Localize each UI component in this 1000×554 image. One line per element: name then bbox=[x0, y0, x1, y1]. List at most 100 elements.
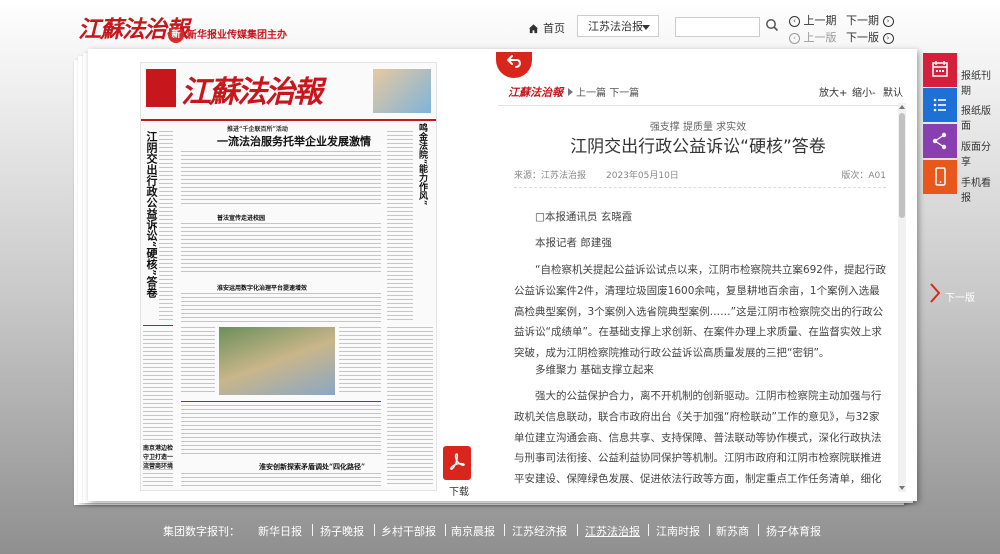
triangle-right-icon bbox=[568, 88, 573, 96]
scrollbar-thumb[interactable] bbox=[899, 113, 905, 218]
prev-article-link[interactable]: 上一篇 bbox=[568, 88, 606, 99]
next-page-side-link[interactable]: 下一版 bbox=[945, 289, 975, 304]
article-byline: □本报通讯员 玄晓霞 bbox=[535, 211, 633, 223]
footer-divider bbox=[445, 524, 446, 536]
zoom-in-button[interactable]: 放大+ bbox=[819, 84, 847, 99]
footer-link[interactable]: 南京晨报 bbox=[451, 523, 495, 539]
thumbnail-text-block bbox=[387, 131, 413, 321]
home-icon bbox=[528, 24, 539, 34]
next-page-label: 下一版 bbox=[846, 31, 879, 44]
download-label[interactable]: 下载 bbox=[449, 483, 469, 498]
next-issue-label: 下一期 bbox=[846, 14, 879, 27]
publisher-name: 新华报业传媒集团主办 bbox=[187, 30, 287, 41]
calendar-icon bbox=[932, 61, 948, 77]
article-date: 2023年05月10日 bbox=[606, 171, 679, 181]
article-source: 来源：江苏法治报 bbox=[514, 171, 587, 181]
thumbnail-rule bbox=[181, 401, 381, 402]
home-label: 首页 bbox=[543, 22, 565, 35]
home-link[interactable]: 首页 bbox=[528, 20, 565, 36]
pdf-download-button[interactable] bbox=[443, 446, 471, 480]
sidebar-item-pages[interactable] bbox=[923, 88, 957, 122]
footer-divider bbox=[374, 524, 375, 536]
footer-link[interactable]: 新华日报 bbox=[258, 523, 302, 539]
sidebar-item-share[interactable] bbox=[923, 124, 957, 158]
thumbnail-left-headline[interactable]: 江阴交出行政公益诉讼“硬核”答卷 bbox=[143, 131, 159, 321]
thumbnail-title: 江蘇法治報 bbox=[181, 75, 323, 110]
footer-divider bbox=[648, 524, 649, 536]
thumbnail-text-block bbox=[143, 331, 173, 441]
search-button[interactable] bbox=[765, 17, 781, 35]
footer-link[interactable]: 乡村干部报 bbox=[381, 523, 436, 539]
footer-link[interactable]: 新苏商 bbox=[716, 523, 749, 539]
footer-link[interactable]: 扬子体育报 bbox=[766, 523, 821, 539]
thumbnail-text-block bbox=[387, 327, 433, 487]
footer-divider bbox=[709, 524, 710, 536]
article-content[interactable]: 强支撑 提质量 求实效 江阴交出行政公益诉讼“硬核”答卷 来源：江苏法治报 20… bbox=[498, 105, 906, 490]
publisher-tagline: 新华新华报业传媒集团主办 bbox=[168, 26, 287, 56]
footer-link[interactable]: 江南时报 bbox=[656, 523, 700, 539]
article-paragraph: “自检察机关提起公益诉讼试点以来，江阴市检察院共立案692件，提起行政公益诉讼案… bbox=[514, 264, 886, 360]
mobile-icon bbox=[935, 167, 946, 186]
thumbnail-text-block bbox=[143, 461, 173, 489]
sidebar-label-share[interactable]: 版面分享 bbox=[961, 138, 1000, 168]
article-section-heading: 多维聚力 基础支撑立起来 bbox=[535, 364, 654, 376]
next-article-link[interactable]: 下一篇 bbox=[609, 88, 639, 99]
sidebar-label-mobile[interactable]: 手机看报 bbox=[961, 174, 1000, 204]
scroll-up-icon[interactable] bbox=[899, 105, 905, 109]
prev-page-label: 上一版 bbox=[803, 31, 837, 44]
article-paragraph: 强大的公益保护合力，离不开机制的创新驱动。江阴市检察院主动加强与行政机关信息联动… bbox=[514, 390, 882, 486]
list-icon bbox=[933, 98, 946, 112]
thumbnail-text-block bbox=[181, 293, 381, 323]
footer-label: 集团数字报刊： bbox=[163, 525, 240, 538]
thumbnail-text-block bbox=[181, 405, 381, 457]
return-arrow-icon bbox=[507, 55, 521, 68]
paper-select[interactable]: 江苏法治报 bbox=[577, 15, 659, 37]
search-input[interactable] bbox=[675, 17, 760, 37]
prev-page-link[interactable]: ‹ 上一版 bbox=[789, 29, 837, 45]
chevron-down-icon bbox=[642, 25, 650, 30]
article-title: 江阴交出行政公益诉讼“硬核”答卷 bbox=[570, 137, 826, 157]
prev-issue-link[interactable]: ‹ 上一期 bbox=[789, 12, 837, 28]
footer-link-active[interactable]: 江苏法治报 bbox=[585, 523, 640, 539]
article-nav: 上一篇 下一篇 bbox=[568, 84, 639, 99]
thumbnail-logo-block bbox=[146, 69, 176, 107]
article-scrollbar[interactable] bbox=[898, 103, 906, 492]
chevron-right-icon: › bbox=[882, 16, 894, 27]
chevron-right-icon[interactable] bbox=[930, 283, 940, 303]
thumbnail-lead-kicker: 推进“千企联百所”活动 bbox=[227, 126, 288, 133]
thumbnail-text-block bbox=[181, 223, 381, 275]
pdf-icon bbox=[450, 453, 465, 470]
thumbnail-rule bbox=[143, 325, 173, 326]
thumbnail-third-headline[interactable]: 淮安运用数字化治理平台提速增效 bbox=[217, 283, 307, 292]
thumbnail-bottom-headline[interactable]: 淮安创新探索矛盾调处“四化路径” bbox=[259, 462, 365, 472]
chevron-left-icon: ‹ bbox=[789, 16, 800, 27]
thumbnail-photo bbox=[219, 327, 335, 395]
sidebar-item-issues[interactable] bbox=[923, 53, 957, 87]
sidebar-item-mobile[interactable] bbox=[923, 160, 957, 194]
sidebar-label-pages[interactable]: 报纸版面 bbox=[961, 102, 1000, 132]
article-meta: 来源：江苏法治报 2023年05月10日 版次：A01 bbox=[514, 168, 886, 188]
scroll-down-icon[interactable] bbox=[899, 486, 905, 490]
article-logo: 江蘇法治報 bbox=[508, 86, 563, 99]
thumbnail-text-block bbox=[181, 327, 215, 395]
thumbnail-lead-headline[interactable]: 一流法治服务托举企业发展激情 bbox=[217, 133, 371, 149]
sidebar-label-issues[interactable]: 报纸刊期 bbox=[961, 67, 1000, 97]
thumbnail-text-block bbox=[181, 473, 381, 489]
thumbnail-masthead: 江蘇法治報 bbox=[141, 63, 436, 121]
thumbnail-second-headline[interactable]: 普法宣传走进校园 bbox=[217, 213, 265, 222]
thumbnail-text-block bbox=[181, 151, 381, 207]
footer-link[interactable]: 江苏经济报 bbox=[512, 523, 567, 539]
search-icon bbox=[766, 19, 779, 32]
thumbnail-text-block bbox=[159, 131, 173, 321]
zoom-out-button[interactable]: 缩小- bbox=[852, 84, 876, 99]
chevron-right-icon: › bbox=[882, 33, 894, 44]
next-page-link[interactable]: 下一版 › bbox=[846, 29, 894, 45]
article-subtitle: 强支撑 提质量 求实效 bbox=[649, 122, 747, 133]
next-issue-link[interactable]: 下一期 › bbox=[846, 12, 894, 28]
article-byline: 本报记者 郎建强 bbox=[535, 237, 612, 249]
prev-issue-label: 上一期 bbox=[803, 14, 837, 27]
footer-link[interactable]: 扬子晚报 bbox=[320, 523, 364, 539]
page-thumbnail[interactable]: 江蘇法治報 江阴交出行政公益诉讼“硬核”答卷 南京港边检守卫打造一流营商环境 推… bbox=[140, 62, 437, 491]
zoom-default-button[interactable]: 默认 bbox=[883, 84, 903, 99]
thumbnail-right-headline[interactable]: 鸣金法院“能力作风” bbox=[416, 123, 429, 273]
